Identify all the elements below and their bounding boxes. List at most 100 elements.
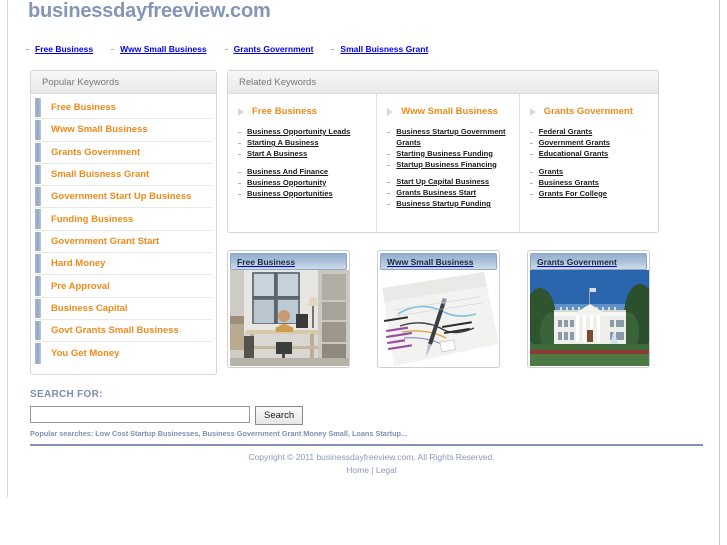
related-keyword-link[interactable]: Business Startup Government Grants [387,127,510,148]
related-keywords-columns: Free Business Business Opportunity Leads… [228,94,658,232]
image-card-grants-government[interactable]: Grants Government [527,250,650,368]
sidebar-item-label: Funding Business [51,213,134,225]
footer-link-separator: | [371,465,374,475]
dash-bullet-icon [331,48,335,50]
related-group: Business And Finance Business Opportunit… [238,167,368,200]
related-column-title-label: Grants Government [543,106,633,117]
sidebar-accent-bar [35,320,42,341]
related-group: Start Up Capital Business Grants Busines… [387,177,510,210]
sidebar-accent-bar [35,187,42,207]
content-wrapper: businessdayfreeview.com Free Business Ww… [8,0,719,497]
sidebar-item-free-business[interactable]: Free Business [35,97,212,120]
sidebar-item-government-start-up-business[interactable]: Government Start Up Business [35,186,212,209]
related-keyword-link[interactable]: Business Opportunity Leads [238,127,368,138]
dash-bullet-icon [387,193,391,194]
related-keyword-link[interactable]: Business And Finance [238,167,368,178]
related-keyword-link[interactable]: Startup Business Financing [387,160,510,171]
search-button[interactable]: Search [255,406,304,425]
footer-link-home[interactable]: Home [346,465,369,475]
related-keyword-label: Business Startup Government Grants [396,127,506,147]
related-keyword-label: Starting A Business [247,138,319,147]
related-column-title[interactable]: Free Business [238,106,368,117]
related-keyword-label: Business Opportunity Leads [247,127,351,136]
dash-bullet-icon [387,182,391,183]
sidebar-item-pre-approval[interactable]: Pre Approval [35,275,212,298]
related-keyword-label: Grants Business Start [396,188,477,197]
nav-item-label: Small Buisness Grant [340,44,429,54]
dash-bullet-icon [529,154,533,155]
nav-item-small-buisness-grant[interactable]: Small Buisness Grant [331,44,428,54]
triangle-right-icon [387,107,394,116]
sidebar-item-www-small-business[interactable]: Www Small Business [35,119,212,142]
sidebar-item-government-grant-start[interactable]: Government Grant Start [35,230,212,254]
sidebar-item-grants-government[interactable]: Grants Government [35,141,212,164]
sidebar-item-label: Grants Government [51,146,141,158]
nav-item-grants-government[interactable]: Grants Government [224,44,313,54]
related-keyword-label: Federal Grants [538,127,593,136]
related-keyword-link[interactable]: Grants [529,167,650,178]
dash-bullet-icon [529,182,533,184]
sidebar-item-hard-money[interactable]: Hard Money [35,253,212,276]
sidebar-item-label: Www Small Business [51,124,148,136]
office-desk-photo [230,270,349,366]
site-title: businessdayfreeview.com [28,0,271,22]
footer-link-legal[interactable]: Legal [376,465,397,475]
nav-item-free-business[interactable]: Free Business [26,44,93,54]
image-card-www-small-business[interactable]: Www Small Business [377,250,500,368]
related-keyword-link[interactable]: Federal Grants [529,127,650,138]
dash-bullet-icon [387,132,391,133]
related-keyword-label: Business Startup Funding [396,199,491,208]
related-keyword-link[interactable]: Starting Business Funding [387,149,510,160]
sidebar-item-funding-business[interactable]: Funding Business [35,208,212,231]
related-keyword-link[interactable]: Start Up Capital Business [387,177,510,188]
related-keyword-link[interactable]: Start A Business [238,149,368,160]
search-form: Search [30,406,304,425]
related-keyword-link[interactable]: Starting A Business [238,138,368,149]
related-group: Business Opportunity Leads Starting A Bu… [238,127,368,160]
search-input[interactable] [30,406,250,423]
related-keywords-header: Related Keywords [228,71,658,94]
related-column-free-business: Free Business Business Opportunity Leads… [228,94,378,232]
related-column-title[interactable]: Grants Government [529,106,650,117]
popular-keywords-panel: Popular Keywords Free Business Www Small… [30,70,217,375]
related-keyword-link[interactable]: Business Grants [529,178,650,189]
nav-item-www-small-business[interactable]: Www Small Business [111,44,207,54]
sidebar-item-you-get-money[interactable]: You Get Money [35,342,212,365]
sidebar-item-govt-grants-small-business[interactable]: Govt Grants Small Business [35,319,212,343]
dash-bullet-icon [529,193,533,195]
related-keyword-link[interactable]: Government Grants [529,138,650,149]
image-card-free-business[interactable]: Free Business [227,250,350,368]
sidebar-item-business-capital[interactable]: Business Capital [35,297,212,320]
popular-keywords-list: Free Business Www Small Business Grants … [31,94,216,369]
related-keyword-link[interactable]: Grants For College [529,189,650,200]
sidebar-item-small-buisness-grant[interactable]: Small Buisness Grant [35,163,212,187]
sidebar-item-label: Pre Approval [51,280,110,292]
related-keyword-link[interactable]: Business Startup Funding [387,199,510,210]
top-navigation: Free Business Www Small Business Grants … [26,44,446,54]
footer-divider [30,444,703,446]
related-keyword-link[interactable]: Educational Grants [529,149,650,160]
image-card-title: Free Business [230,253,347,270]
dash-bullet-icon [26,48,29,50]
sidebar-accent-bar [35,120,42,140]
dash-bullet-icon [387,153,391,155]
sidebar-accent-bar [35,231,42,252]
related-column-title[interactable]: Www Small Business [387,106,510,117]
dash-bullet-icon [387,204,391,205]
dash-bullet-icon [529,132,533,133]
sidebar-item-label: You Get Money [51,347,120,359]
related-keyword-label: Start Up Capital Business [396,177,490,186]
related-keyword-link[interactable]: Business Opportunities [238,189,368,200]
related-column-www-small-business: Www Small Business Business Startup Gove… [377,94,520,232]
footer: Copyright © 2011 businessdayfreeview.com… [8,451,727,477]
related-group: Grants Business Grants Grants For Colleg… [529,167,650,200]
sidebar-item-label: Small Buisness Grant [51,169,150,181]
popular-searches-text[interactable]: Popular searches: Low Cost Startup Busin… [30,429,407,438]
related-keyword-link[interactable]: Grants Business Start [387,188,510,199]
related-group: Federal Grants Government Grants Educati… [529,127,650,160]
dash-bullet-icon [238,182,241,184]
sidebar-accent-bar [35,298,42,318]
search-label: SEARCH FOR: [30,389,103,400]
related-keyword-link[interactable]: Business Opportunity [238,178,368,189]
dash-bullet-icon [238,154,241,155]
